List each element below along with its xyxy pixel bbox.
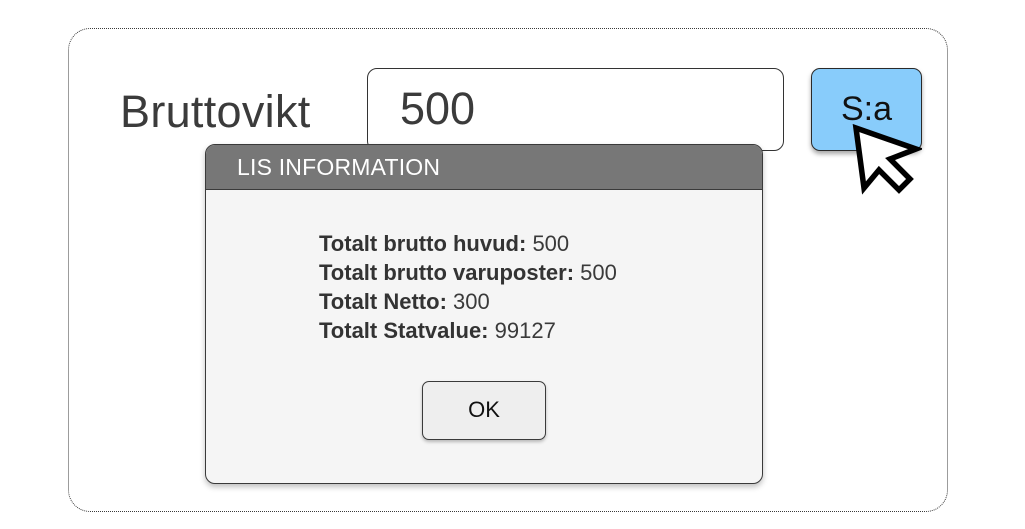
dialog-header: LIS INFORMATION bbox=[206, 145, 762, 190]
info-line-statvalue: Totalt Statvalue: 99127 bbox=[319, 316, 617, 345]
info-value: 300 bbox=[446, 289, 490, 314]
page: Bruttovikt 500 S:a LIS INFORMATION Total… bbox=[0, 0, 1025, 529]
info-label: Totalt Statvalue: bbox=[319, 318, 489, 343]
dialog-title: LIS INFORMATION bbox=[237, 154, 441, 180]
info-dialog: LIS INFORMATION Totalt brutto huvud: 500… bbox=[205, 144, 763, 484]
info-list: Totalt brutto huvud: 500 Totalt brutto v… bbox=[319, 229, 617, 345]
info-line-brutto-huvud: Totalt brutto huvud: 500 bbox=[319, 229, 617, 258]
bruttovikt-label: Bruttovikt bbox=[120, 86, 311, 137]
info-value: 500 bbox=[574, 260, 617, 285]
info-label: Totalt brutto varuposter: bbox=[319, 260, 575, 285]
ok-button[interactable]: OK bbox=[422, 381, 546, 440]
info-value: 500 bbox=[526, 231, 570, 256]
info-label: Totalt brutto huvud: bbox=[319, 231, 527, 256]
bruttovikt-input[interactable]: 500 bbox=[367, 68, 784, 151]
info-value: 99127 bbox=[488, 318, 556, 343]
info-line-netto: Totalt Netto: 300 bbox=[319, 287, 617, 316]
info-line-brutto-varuposter: Totalt brutto varuposter: 500 bbox=[319, 258, 617, 287]
arrow-pointer-icon bbox=[852, 124, 922, 195]
info-label: Totalt Netto: bbox=[319, 289, 447, 314]
